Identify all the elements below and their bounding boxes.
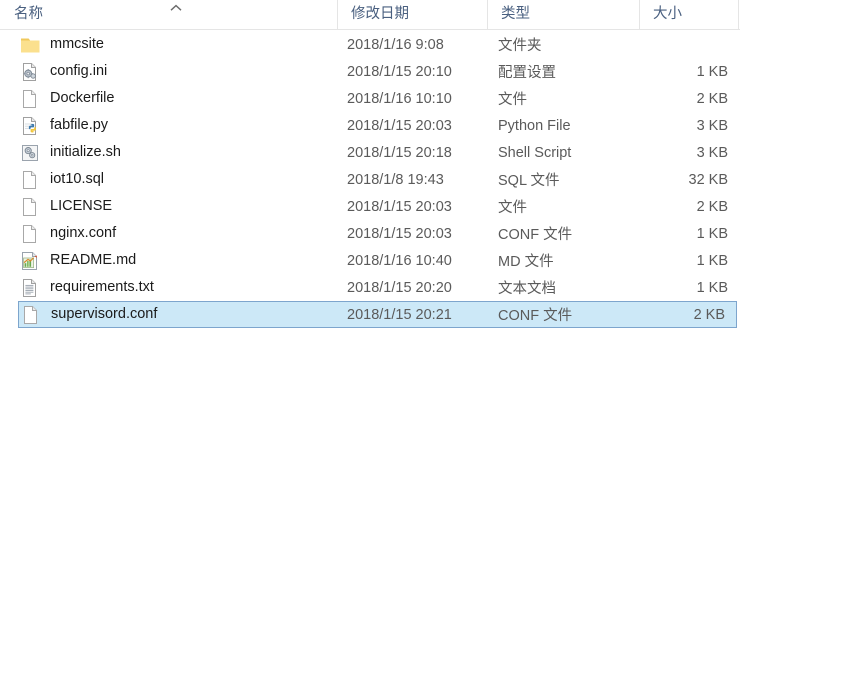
file-type-cell: CONF 文件 bbox=[498, 308, 573, 324]
file-name-cell: README.md bbox=[0, 247, 337, 274]
column-header-name-label: 名称 bbox=[14, 6, 43, 23]
file-date-modified-cell: 2018/1/15 20:03 bbox=[347, 117, 452, 134]
file-date-modified-cell: 2018/1/15 20:21 bbox=[347, 306, 452, 323]
file-size-cell: 1 KB bbox=[696, 63, 728, 80]
file-type-cell: 文件 bbox=[498, 92, 527, 108]
file-name-label: mmcsite bbox=[50, 36, 104, 53]
column-header-size[interactable]: 大小 bbox=[639, 0, 739, 30]
column-header-date-modified[interactable]: 修改日期 bbox=[337, 0, 487, 30]
file-size-cell: 3 KB bbox=[696, 117, 728, 134]
file-date-modified-cell: 2018/1/16 9:08 bbox=[347, 36, 444, 53]
file-name-label: README.md bbox=[50, 252, 137, 269]
file-row[interactable]: requirements.txt 2018/1/15 20:20 文本文档 1 KB bbox=[0, 274, 740, 301]
config-file-icon bbox=[18, 61, 42, 83]
file-row[interactable]: LICENSE 2018/1/15 20:03 文件 2 KB bbox=[0, 193, 740, 220]
file-size-cell: 2 KB bbox=[696, 198, 728, 215]
file-type-cell: Shell Script bbox=[498, 144, 572, 161]
file-row[interactable]: iot10.sql 2018/1/8 19:43 SQL 文件 32 KB bbox=[0, 166, 740, 193]
file-row[interactable]: mmcsite 2018/1/16 9:08 文件夹 bbox=[0, 31, 740, 58]
file-name-cell: requirements.txt bbox=[0, 274, 337, 301]
generic-file-icon bbox=[18, 88, 42, 110]
file-date-modified-cell: 2018/1/15 20:20 bbox=[347, 279, 452, 296]
file-size-cell: 1 KB bbox=[696, 279, 728, 296]
file-date-modified-cell: 2018/1/8 19:43 bbox=[347, 171, 444, 188]
file-size-cell: 1 KB bbox=[696, 225, 728, 242]
column-header-name[interactable]: 名称 bbox=[0, 0, 337, 30]
column-header-date-modified-label: 修改日期 bbox=[351, 6, 409, 23]
file-row[interactable]: nginx.conf 2018/1/15 20:03 CONF 文件 1 KB bbox=[0, 220, 740, 247]
file-row[interactable]: initialize.sh 2018/1/15 20:18 Shell Script… bbox=[0, 139, 740, 166]
python-file-icon bbox=[18, 115, 42, 137]
file-type-cell: CONF 文件 bbox=[498, 227, 573, 243]
file-name-label: nginx.conf bbox=[50, 225, 117, 242]
folder-icon bbox=[18, 34, 42, 56]
file-name-cell: supervisord.conf bbox=[19, 301, 337, 328]
file-name-label: config.ini bbox=[50, 63, 108, 80]
shell-script-icon bbox=[18, 142, 42, 164]
file-row[interactable]: Dockerfile 2018/1/16 10:10 文件 2 KB bbox=[0, 85, 740, 112]
file-list: mmcsite 2018/1/16 9:08 文件夹 config.ini 2018/1… bbox=[0, 31, 740, 328]
file-date-modified-cell: 2018/1/15 20:03 bbox=[347, 225, 452, 242]
file-row-selected[interactable]: supervisord.conf 2018/1/15 20:21 CONF 文件 2 … bbox=[18, 301, 737, 328]
file-name-cell: LICENSE bbox=[0, 193, 337, 220]
text-file-icon bbox=[18, 277, 42, 299]
file-name-label: LICENSE bbox=[50, 198, 113, 215]
file-name-label: iot10.sql bbox=[50, 171, 105, 188]
file-name-label: Dockerfile bbox=[50, 90, 115, 107]
generic-file-icon bbox=[19, 304, 43, 326]
file-name-label: fabfile.py bbox=[50, 117, 109, 134]
file-row[interactable]: fabfile.py 2018/1/15 20:03 Python File 3 KB bbox=[0, 112, 740, 139]
file-name-label: requirements.txt bbox=[50, 279, 154, 296]
file-name-cell: nginx.conf bbox=[0, 220, 337, 247]
column-header-type[interactable]: 类型 bbox=[487, 0, 639, 30]
file-name-cell: Dockerfile bbox=[0, 85, 337, 112]
file-type-cell: 文件夹 bbox=[498, 38, 542, 54]
file-type-cell: MD 文件 bbox=[498, 254, 554, 270]
file-row[interactable]: README.md 2018/1/16 10:40 MD 文件 1 KB bbox=[0, 247, 740, 274]
file-name-cell: config.ini bbox=[0, 58, 337, 85]
file-date-modified-cell: 2018/1/15 20:10 bbox=[347, 63, 452, 80]
file-type-cell: SQL 文件 bbox=[498, 173, 560, 189]
file-name-label: supervisord.conf bbox=[51, 306, 158, 323]
file-row[interactable]: config.ini 2018/1/15 20:10 配置设置 1 KB bbox=[0, 58, 740, 85]
file-size-cell: 2 KB bbox=[693, 306, 725, 323]
file-size-cell: 1 KB bbox=[696, 252, 728, 269]
generic-file-icon bbox=[18, 169, 42, 191]
generic-file-icon bbox=[18, 223, 42, 245]
generic-file-icon bbox=[18, 196, 42, 218]
file-explorer-details-view: 名称 修改日期 类型 大小 mmcsite 2018/1/16 9:08 文件夹 co… bbox=[0, 0, 855, 690]
markdown-file-icon bbox=[18, 250, 42, 272]
file-type-cell: 文件 bbox=[498, 200, 527, 216]
chevron-up-icon bbox=[168, 1, 184, 11]
file-name-cell: fabfile.py bbox=[0, 112, 337, 139]
file-type-cell: Python File bbox=[498, 117, 571, 134]
file-type-cell: 配置设置 bbox=[498, 65, 556, 81]
file-date-modified-cell: 2018/1/16 10:10 bbox=[347, 90, 452, 107]
file-size-cell bbox=[639, 31, 739, 58]
column-header-row: 名称 修改日期 类型 大小 bbox=[0, 0, 740, 30]
file-size-cell: 32 KB bbox=[688, 171, 729, 188]
column-header-size-label: 大小 bbox=[653, 6, 682, 23]
file-name-cell: initialize.sh bbox=[0, 139, 337, 166]
file-name-label: initialize.sh bbox=[50, 144, 121, 161]
file-size-cell: 2 KB bbox=[696, 90, 728, 107]
column-header-type-label: 类型 bbox=[501, 6, 530, 23]
file-date-modified-cell: 2018/1/15 20:18 bbox=[347, 144, 452, 161]
file-name-cell: iot10.sql bbox=[0, 166, 337, 193]
file-size-cell: 3 KB bbox=[696, 144, 728, 161]
file-type-cell: 文本文档 bbox=[498, 281, 556, 297]
file-name-cell: mmcsite bbox=[0, 31, 337, 58]
file-date-modified-cell: 2018/1/15 20:03 bbox=[347, 198, 452, 215]
file-date-modified-cell: 2018/1/16 10:40 bbox=[347, 252, 452, 269]
